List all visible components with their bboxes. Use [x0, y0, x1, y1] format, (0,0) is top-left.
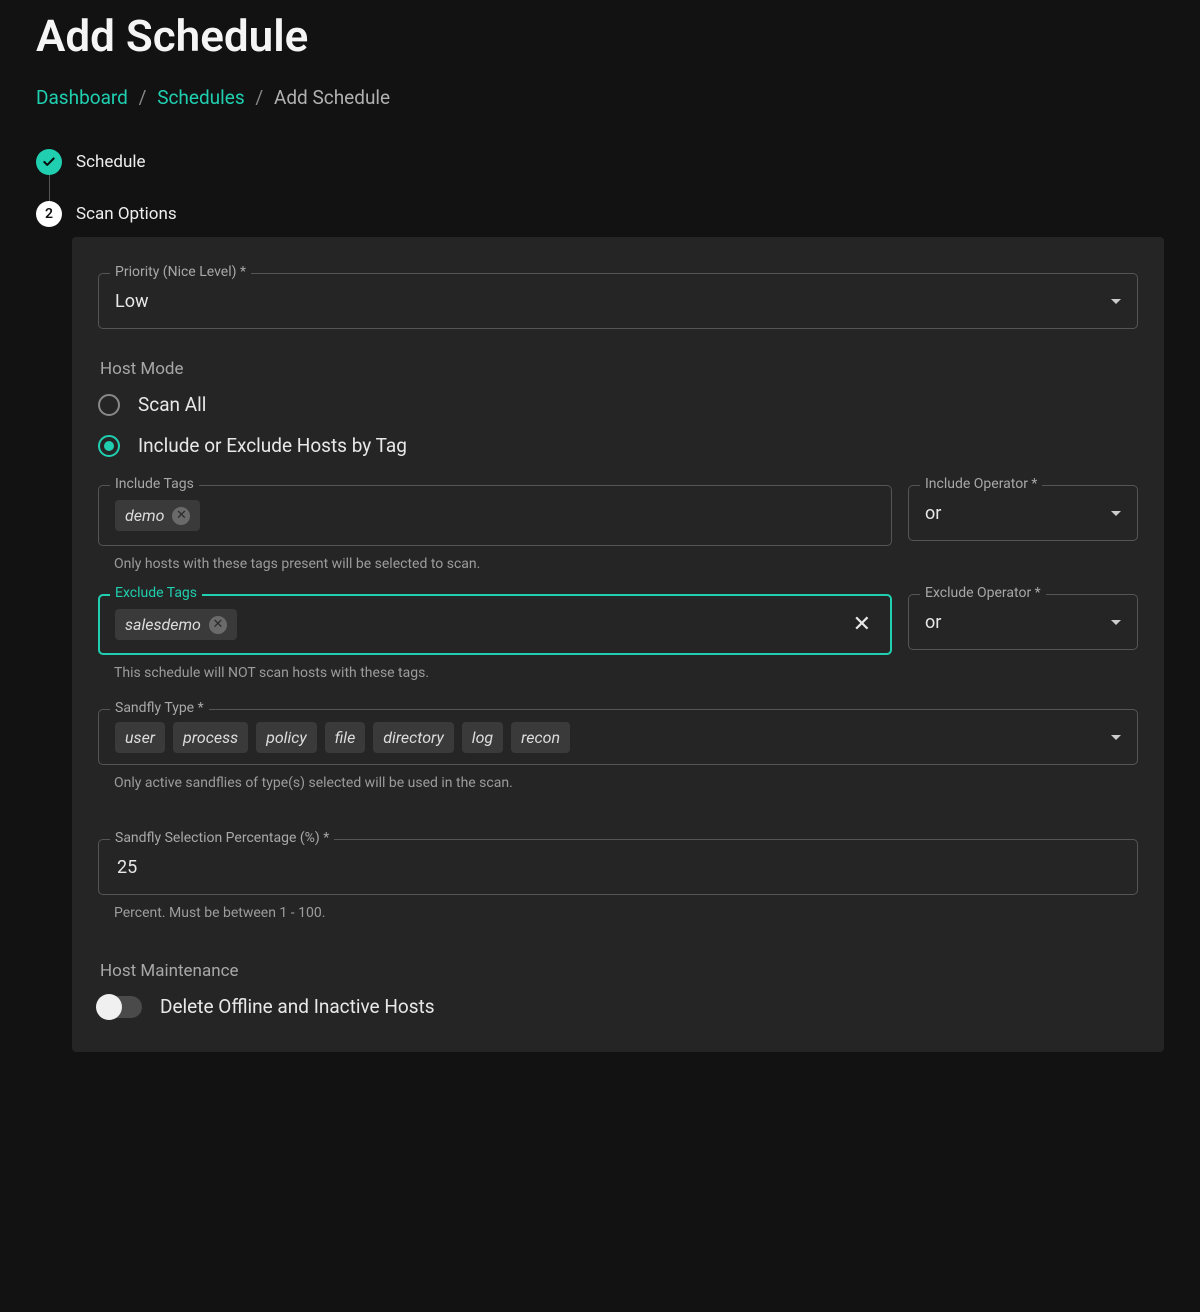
include-operator-value: or	[925, 503, 941, 524]
check-icon	[36, 149, 62, 175]
clear-icon[interactable]: ✕	[849, 614, 875, 636]
tag-chip-demo: demo ✕	[115, 500, 200, 531]
radio-label: Include or Exclude Hosts by Tag	[138, 434, 407, 457]
chevron-down-icon	[1111, 735, 1121, 740]
breadcrumb-sep: /	[139, 86, 147, 109]
chip-label: demo	[125, 506, 164, 525]
close-icon[interactable]: ✕	[172, 507, 190, 525]
host-mode-heading: Host Mode	[100, 359, 1138, 379]
exclude-operator-select[interactable]: or	[908, 594, 1138, 650]
sandfly-type-label: Sandfly Type *	[110, 700, 209, 716]
selection-pct-input[interactable]	[98, 839, 1138, 895]
chevron-down-icon	[1111, 620, 1121, 625]
breadcrumb-current: Add Schedule	[274, 86, 390, 109]
delete-offline-toggle[interactable]	[98, 996, 142, 1018]
step-number-icon: 2	[36, 201, 62, 227]
type-chip-log[interactable]: log	[462, 722, 503, 753]
include-operator-select[interactable]: or	[908, 485, 1138, 541]
sandfly-type-select[interactable]: user process policy file directory log r…	[98, 709, 1138, 765]
chip-label: salesdemo	[125, 615, 201, 634]
type-chip-file[interactable]: file	[325, 722, 366, 753]
toggle-knob	[96, 994, 122, 1020]
include-tags-helper: Only hosts with these tags present will …	[114, 556, 890, 572]
chevron-down-icon	[1111, 511, 1121, 516]
exclude-tags-helper: This schedule will NOT scan hosts with t…	[114, 665, 890, 681]
breadcrumb-schedules[interactable]: Schedules	[157, 86, 244, 109]
radio-include-exclude[interactable]: Include or Exclude Hosts by Tag	[98, 434, 1138, 457]
exclude-tags-label: Exclude Tags	[110, 585, 202, 601]
tag-chip-salesdemo: salesdemo ✕	[115, 609, 237, 640]
host-maintenance-heading: Host Maintenance	[100, 961, 1138, 981]
exclude-operator-value: or	[925, 612, 941, 633]
exclude-tags-input[interactable]: salesdemo ✕ ✕	[98, 594, 892, 655]
priority-value: Low	[115, 291, 149, 312]
type-chip-policy[interactable]: policy	[256, 722, 317, 753]
radio-icon	[98, 394, 120, 416]
breadcrumb-sep: /	[255, 86, 263, 109]
step-label: Schedule	[76, 152, 145, 172]
type-chip-recon[interactable]: recon	[511, 722, 570, 753]
include-operator-label: Include Operator *	[920, 476, 1042, 492]
type-chip-directory[interactable]: directory	[373, 722, 454, 753]
selection-pct-label: Sandfly Selection Percentage (%) *	[110, 830, 334, 846]
radio-scan-all[interactable]: Scan All	[98, 393, 1138, 416]
priority-label: Priority (Nice Level) *	[110, 264, 251, 280]
selection-pct-field[interactable]	[115, 856, 1121, 879]
chevron-down-icon	[1111, 299, 1121, 304]
include-tags-label: Include Tags	[110, 476, 199, 492]
page-title: Add Schedule	[36, 10, 1164, 62]
priority-select[interactable]: Low	[98, 273, 1138, 329]
step-scan-options[interactable]: 2 Scan Options	[36, 201, 1164, 227]
sandfly-type-helper: Only active sandflies of type(s) selecte…	[114, 775, 1136, 791]
breadcrumb-dashboard[interactable]: Dashboard	[36, 86, 128, 109]
step-label: Scan Options	[76, 204, 177, 224]
close-icon[interactable]: ✕	[209, 616, 227, 634]
toggle-label: Delete Offline and Inactive Hosts	[160, 995, 435, 1018]
selection-pct-helper: Percent. Must be between 1 - 100.	[114, 905, 1136, 921]
type-chip-process[interactable]: process	[173, 722, 248, 753]
step-connector	[49, 175, 50, 201]
radio-icon	[98, 435, 120, 457]
breadcrumb: Dashboard / Schedules / Add Schedule	[36, 86, 1164, 109]
step-schedule[interactable]: Schedule	[36, 149, 1164, 175]
scan-options-panel: Priority (Nice Level) * Low Host Mode Sc…	[72, 237, 1164, 1052]
exclude-operator-label: Exclude Operator *	[920, 585, 1046, 601]
radio-label: Scan All	[138, 393, 206, 416]
include-tags-input[interactable]: demo ✕	[98, 485, 892, 546]
type-chip-user[interactable]: user	[115, 722, 165, 753]
